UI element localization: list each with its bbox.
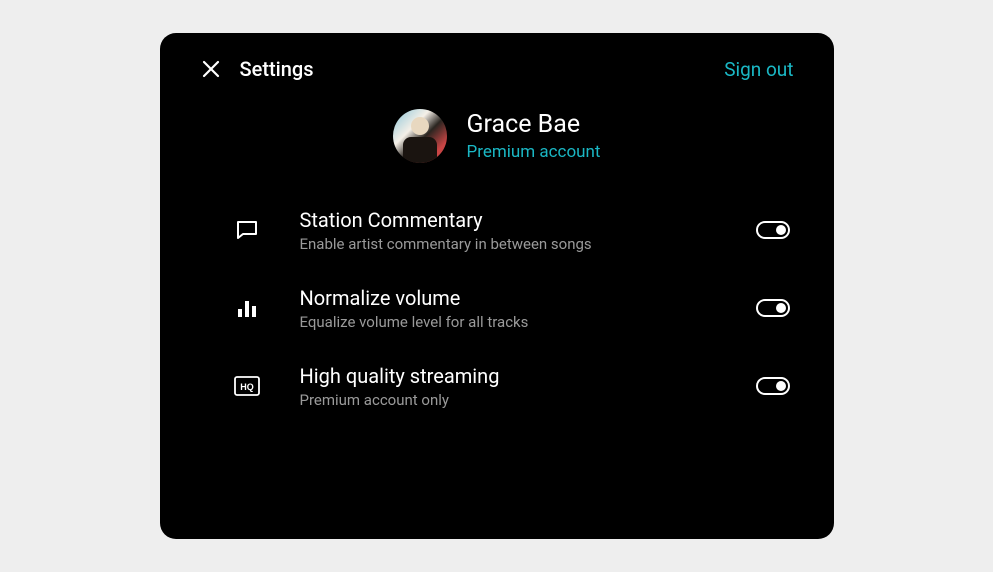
svg-text:HQ: HQ [240, 382, 254, 392]
settings-modal: Settings Sign out Grace Bae Premium acco… [160, 33, 834, 539]
setting-subtitle: Equalize volume level for all tracks [300, 313, 756, 331]
header-left: Settings [200, 57, 314, 81]
setting-high-quality-streaming: HQ High quality streaming Premium accoun… [234, 363, 790, 409]
toggle-normalize-volume[interactable] [756, 299, 790, 317]
page-title: Settings [240, 57, 314, 81]
comment-icon [234, 217, 260, 243]
close-icon [202, 60, 220, 78]
settings-list: Station Commentary Enable artist comment… [200, 207, 794, 409]
setting-title: Station Commentary [300, 207, 756, 233]
hq-icon: HQ [234, 373, 260, 399]
modal-header: Settings Sign out [200, 57, 794, 81]
setting-subtitle: Enable artist commentary in between song… [300, 235, 756, 253]
toggle-high-quality-streaming[interactable] [756, 377, 790, 395]
profile-account-type: Premium account [467, 142, 601, 162]
setting-subtitle: Premium account only [300, 391, 756, 409]
equalizer-icon [234, 295, 260, 321]
setting-text: Normalize volume Equalize volume level f… [300, 285, 756, 331]
setting-text: Station Commentary Enable artist comment… [300, 207, 756, 253]
profile-name: Grace Bae [467, 110, 601, 140]
sign-out-link[interactable]: Sign out [724, 58, 793, 81]
setting-text: High quality streaming Premium account o… [300, 363, 756, 409]
setting-title: Normalize volume [300, 285, 756, 311]
close-button[interactable] [200, 58, 222, 80]
avatar [393, 109, 447, 163]
setting-normalize-volume: Normalize volume Equalize volume level f… [234, 285, 790, 331]
profile-info: Grace Bae Premium account [467, 110, 601, 162]
setting-title: High quality streaming [300, 363, 756, 389]
profile-section: Grace Bae Premium account [200, 109, 794, 163]
toggle-station-commentary[interactable] [756, 221, 790, 239]
setting-station-commentary: Station Commentary Enable artist comment… [234, 207, 790, 253]
